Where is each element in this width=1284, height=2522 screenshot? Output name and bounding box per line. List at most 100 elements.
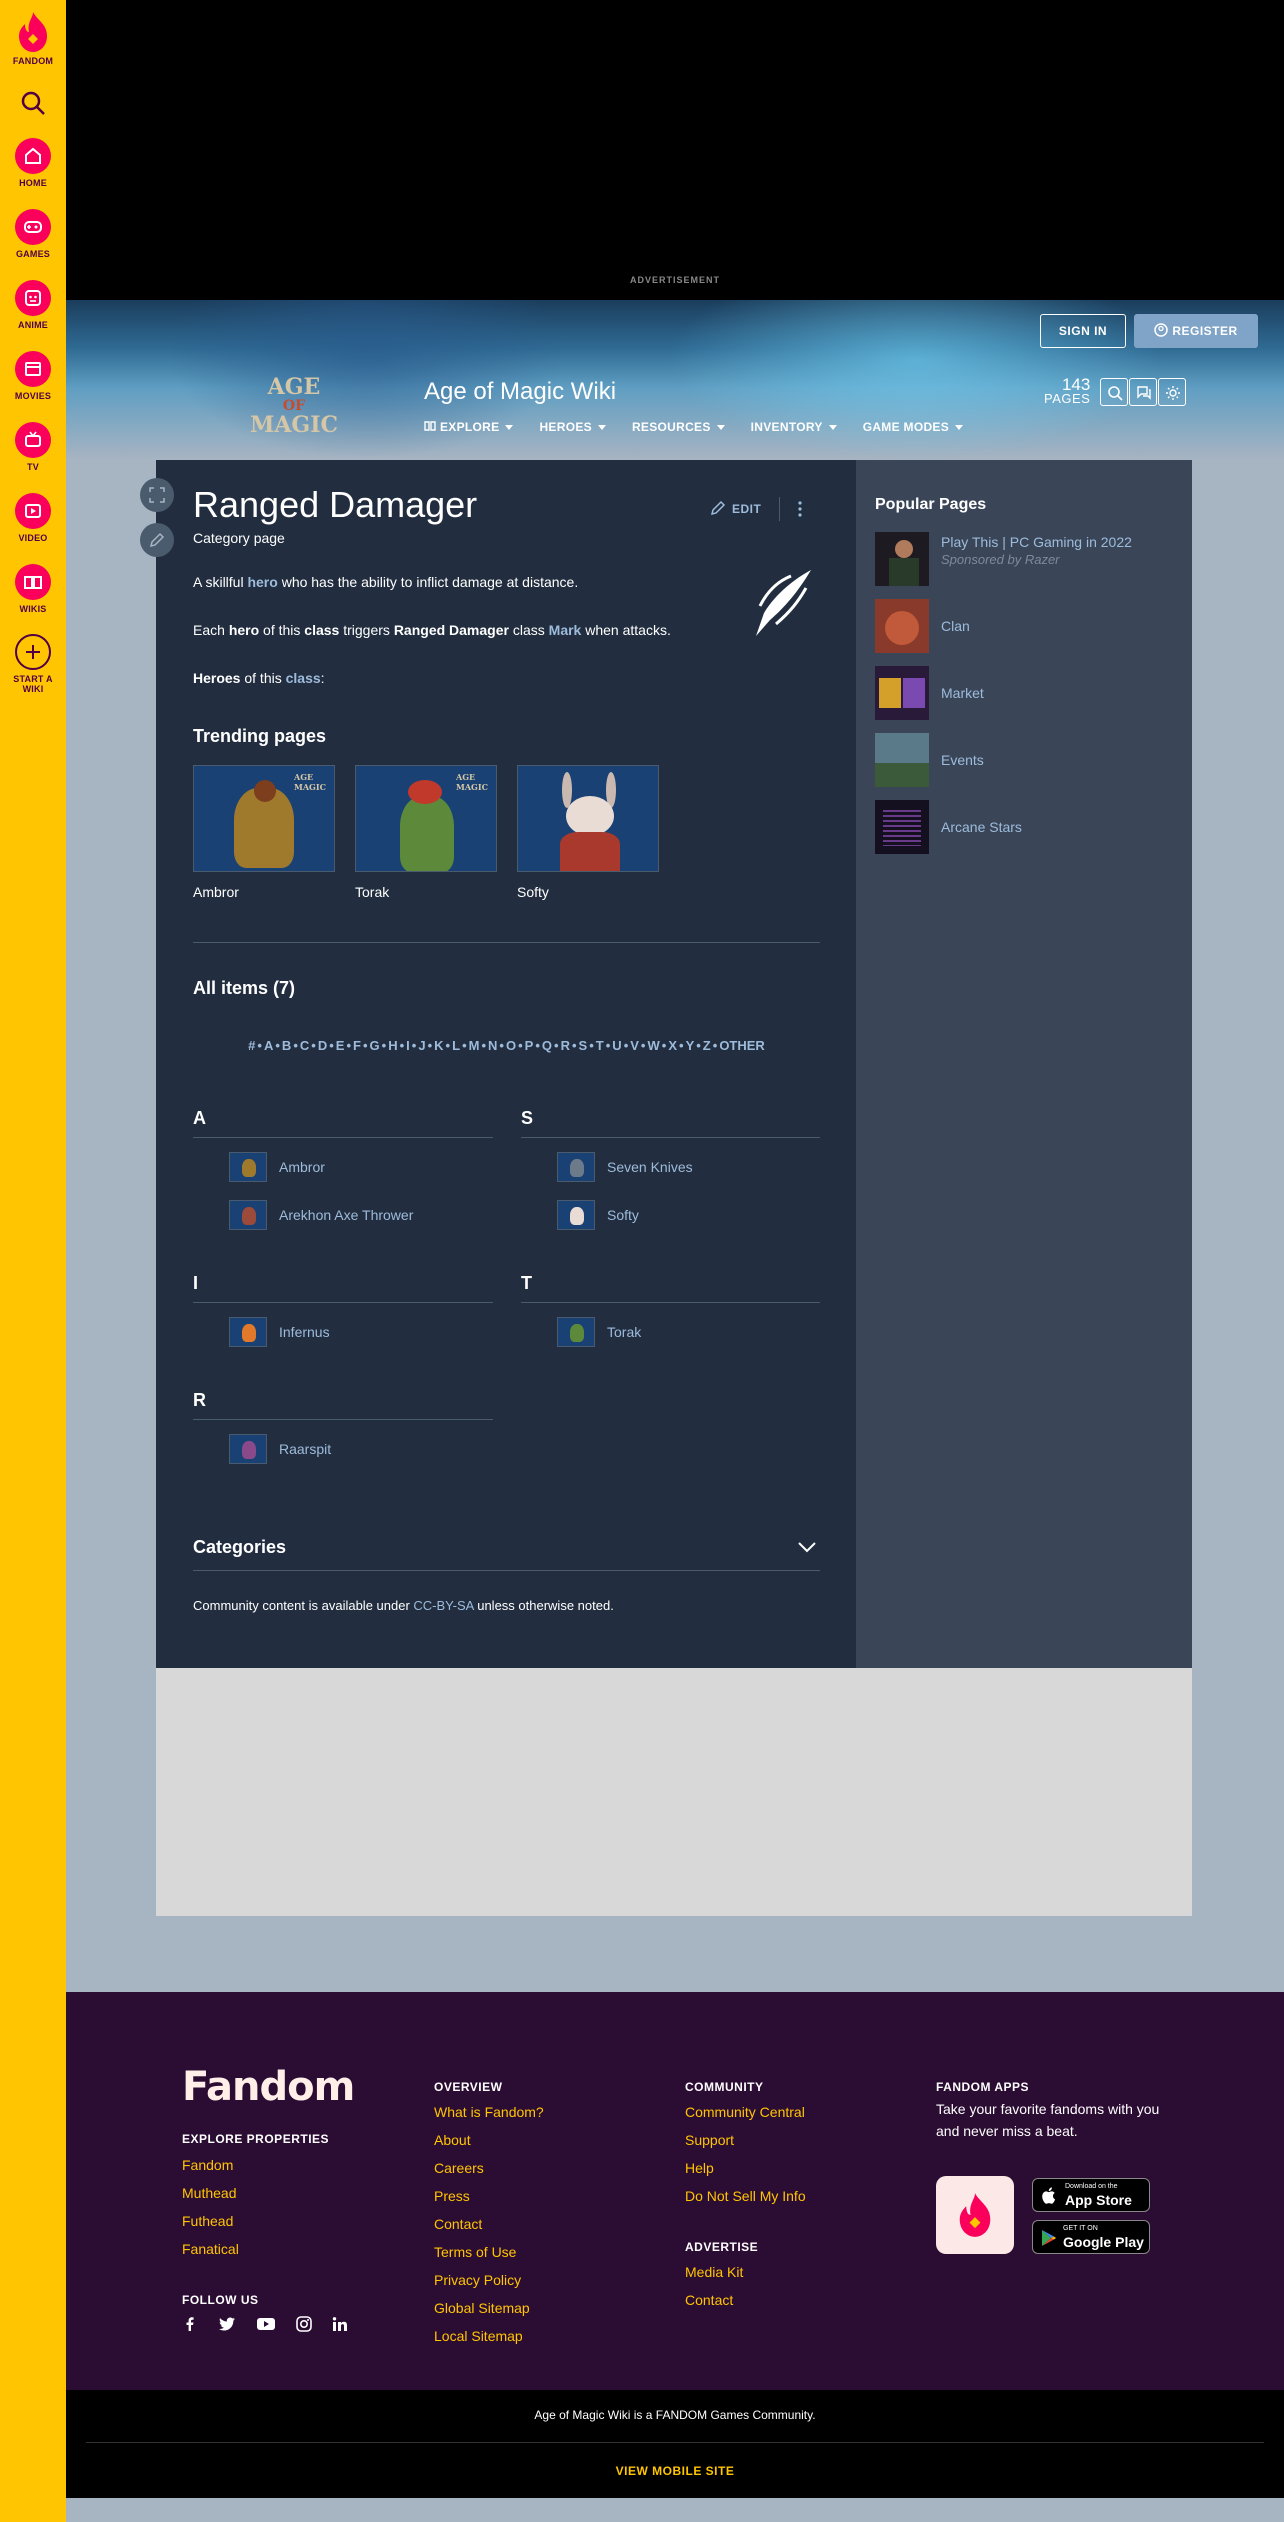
alphabet-link[interactable]: O	[506, 1038, 516, 1053]
fandom-home-link[interactable]: FANDOM	[0, 10, 66, 66]
alphabet-link[interactable]: R	[561, 1038, 570, 1053]
list-item[interactable]: Ambror	[229, 1152, 325, 1182]
footer-link-futhead[interactable]: Futhead	[182, 2213, 233, 2229]
list-item[interactable]: Softy	[557, 1200, 639, 1230]
wiki-search-button[interactable]	[1100, 378, 1128, 406]
footer-link[interactable]: Community Central	[685, 2104, 805, 2120]
alphabet-link[interactable]: J	[418, 1038, 425, 1053]
footer-link[interactable]: About	[434, 2132, 471, 2148]
popular-item[interactable]: Arcane Stars	[875, 800, 1022, 854]
trending-card-softy[interactable]: Softy	[517, 765, 659, 900]
alphabet-link[interactable]: X	[668, 1038, 677, 1053]
popular-item[interactable]: Market	[875, 666, 984, 720]
alphabet-link[interactable]: V	[630, 1038, 639, 1053]
footer-link[interactable]: Local Sitemap	[434, 2328, 523, 2344]
fullscreen-button[interactable]	[140, 478, 174, 512]
instagram-icon[interactable]	[296, 2316, 312, 2332]
wiki-logo[interactable]: AGE OF MAGIC	[242, 376, 346, 440]
alphabet-link[interactable]: L	[452, 1038, 460, 1053]
class-link[interactable]: class	[286, 670, 321, 686]
footer-link[interactable]: Privacy Policy	[434, 2272, 521, 2288]
alphabet-link[interactable]: G	[370, 1038, 380, 1053]
theme-toggle-button[interactable]	[1158, 378, 1186, 406]
footer-link-muthead[interactable]: Muthead	[182, 2185, 236, 2201]
footer-link-fanatical[interactable]: Fanatical	[182, 2241, 239, 2257]
alphabet-link[interactable]: F	[353, 1038, 361, 1053]
footer-link[interactable]: Help	[685, 2160, 714, 2176]
alphabet-link[interactable]: Q	[542, 1038, 552, 1053]
app-store-button[interactable]: Download on the App Store	[1032, 2178, 1150, 2212]
fandom-footer-logo[interactable]: Fandom	[182, 2064, 355, 2110]
alphabet-link[interactable]: Y	[686, 1038, 695, 1053]
bottom-advertisement[interactable]	[156, 1668, 1192, 1916]
footer-link[interactable]: Support	[685, 2132, 734, 2148]
top-advertisement[interactable]: ADVERTISEMENT	[66, 0, 1284, 300]
anime-link[interactable]: ANIME	[0, 280, 66, 330]
search-button[interactable]	[0, 90, 66, 118]
more-options-icon[interactable]	[798, 501, 802, 517]
list-item[interactable]: Seven Knives	[557, 1152, 693, 1182]
footer-link[interactable]: Careers	[434, 2160, 484, 2176]
alphabet-link[interactable]: D	[318, 1038, 327, 1053]
register-button[interactable]: REGISTER	[1134, 314, 1258, 348]
list-item[interactable]: Torak	[557, 1317, 641, 1347]
footer-link[interactable]: Global Sitemap	[434, 2300, 530, 2316]
edit-button[interactable]: EDIT	[710, 500, 761, 516]
list-item[interactable]: Infernus	[229, 1317, 330, 1347]
alphabet-link[interactable]: C	[300, 1038, 309, 1053]
alphabet-link[interactable]: E	[336, 1038, 345, 1053]
alphabet-link[interactable]: #	[248, 1038, 255, 1053]
home-link[interactable]: HOME	[0, 138, 66, 188]
nav-resources[interactable]: RESOURCES	[632, 420, 725, 434]
footer-link[interactable]: Terms of Use	[434, 2244, 516, 2260]
alphabet-link[interactable]: K	[434, 1038, 443, 1053]
youtube-icon[interactable]	[256, 2316, 276, 2332]
sign-in-button[interactable]: SIGN IN	[1040, 314, 1126, 348]
list-item[interactable]: Raarspit	[229, 1434, 331, 1464]
footer-link-fandom[interactable]: Fandom	[182, 2157, 233, 2173]
alphabet-link[interactable]: M	[469, 1038, 480, 1053]
trending-card-torak[interactable]: AGE MAGIC Torak	[355, 765, 497, 900]
alphabet-link[interactable]: Z	[703, 1038, 711, 1053]
trending-card-ambror[interactable]: AGE MAGIC Ambror	[193, 765, 335, 900]
wikis-link[interactable]: WIKIS	[0, 564, 66, 614]
popular-item[interactable]: Events	[875, 733, 984, 787]
footer-link[interactable]: Do Not Sell My Info	[685, 2188, 806, 2204]
alphabet-link[interactable]: B	[282, 1038, 291, 1053]
hero-link[interactable]: hero	[247, 574, 277, 590]
footer-link[interactable]: Media Kit	[685, 2264, 743, 2280]
mark-link[interactable]: Mark	[549, 622, 582, 638]
alphabet-link[interactable]: I	[406, 1038, 410, 1053]
facebook-icon[interactable]	[182, 2316, 198, 2332]
alphabet-link[interactable]: OTHER	[719, 1038, 765, 1053]
alphabet-link[interactable]: S	[579, 1038, 588, 1053]
popular-item[interactable]: Clan	[875, 599, 970, 653]
nav-explore[interactable]: EXPLORE	[424, 420, 514, 434]
footer-link[interactable]: Contact	[434, 2216, 482, 2232]
categories-toggle[interactable]: Categories	[193, 1537, 286, 1558]
nav-game-modes[interactable]: GAME MODES	[863, 420, 964, 434]
discussions-button[interactable]	[1129, 378, 1157, 406]
movies-link[interactable]: MOVIES	[0, 351, 66, 401]
alphabet-link[interactable]: A	[264, 1038, 273, 1053]
footer-link[interactable]: Contact	[685, 2292, 733, 2308]
popular-item[interactable]: Play This | PC Gaming in 2022 Sponsored b…	[875, 532, 1132, 586]
twitter-icon[interactable]	[218, 2316, 236, 2332]
list-item[interactable]: Arekhon Axe Thrower	[229, 1200, 413, 1230]
footer-link[interactable]: What is Fandom?	[434, 2104, 544, 2120]
alphabet-link[interactable]: P	[525, 1038, 534, 1053]
floating-edit-button[interactable]	[140, 523, 174, 557]
license-link[interactable]: CC-BY-SA	[413, 1598, 473, 1613]
start-a-wiki-link[interactable]: START A WIKI	[0, 634, 66, 694]
google-play-button[interactable]: GET IT ON Google Play	[1032, 2220, 1150, 2254]
alphabet-link[interactable]: W	[647, 1038, 659, 1053]
alphabet-link[interactable]: H	[388, 1038, 397, 1053]
alphabet-link[interactable]: N	[488, 1038, 497, 1053]
nav-inventory[interactable]: INVENTORY	[751, 420, 837, 434]
games-link[interactable]: GAMES	[0, 209, 66, 259]
tv-link[interactable]: TV	[0, 422, 66, 472]
view-mobile-site-link[interactable]: VIEW MOBILE SITE	[66, 2464, 1284, 2478]
fandom-app-icon[interactable]	[936, 2176, 1014, 2254]
linkedin-icon[interactable]	[332, 2316, 348, 2332]
alphabet-link[interactable]: U	[612, 1038, 621, 1053]
